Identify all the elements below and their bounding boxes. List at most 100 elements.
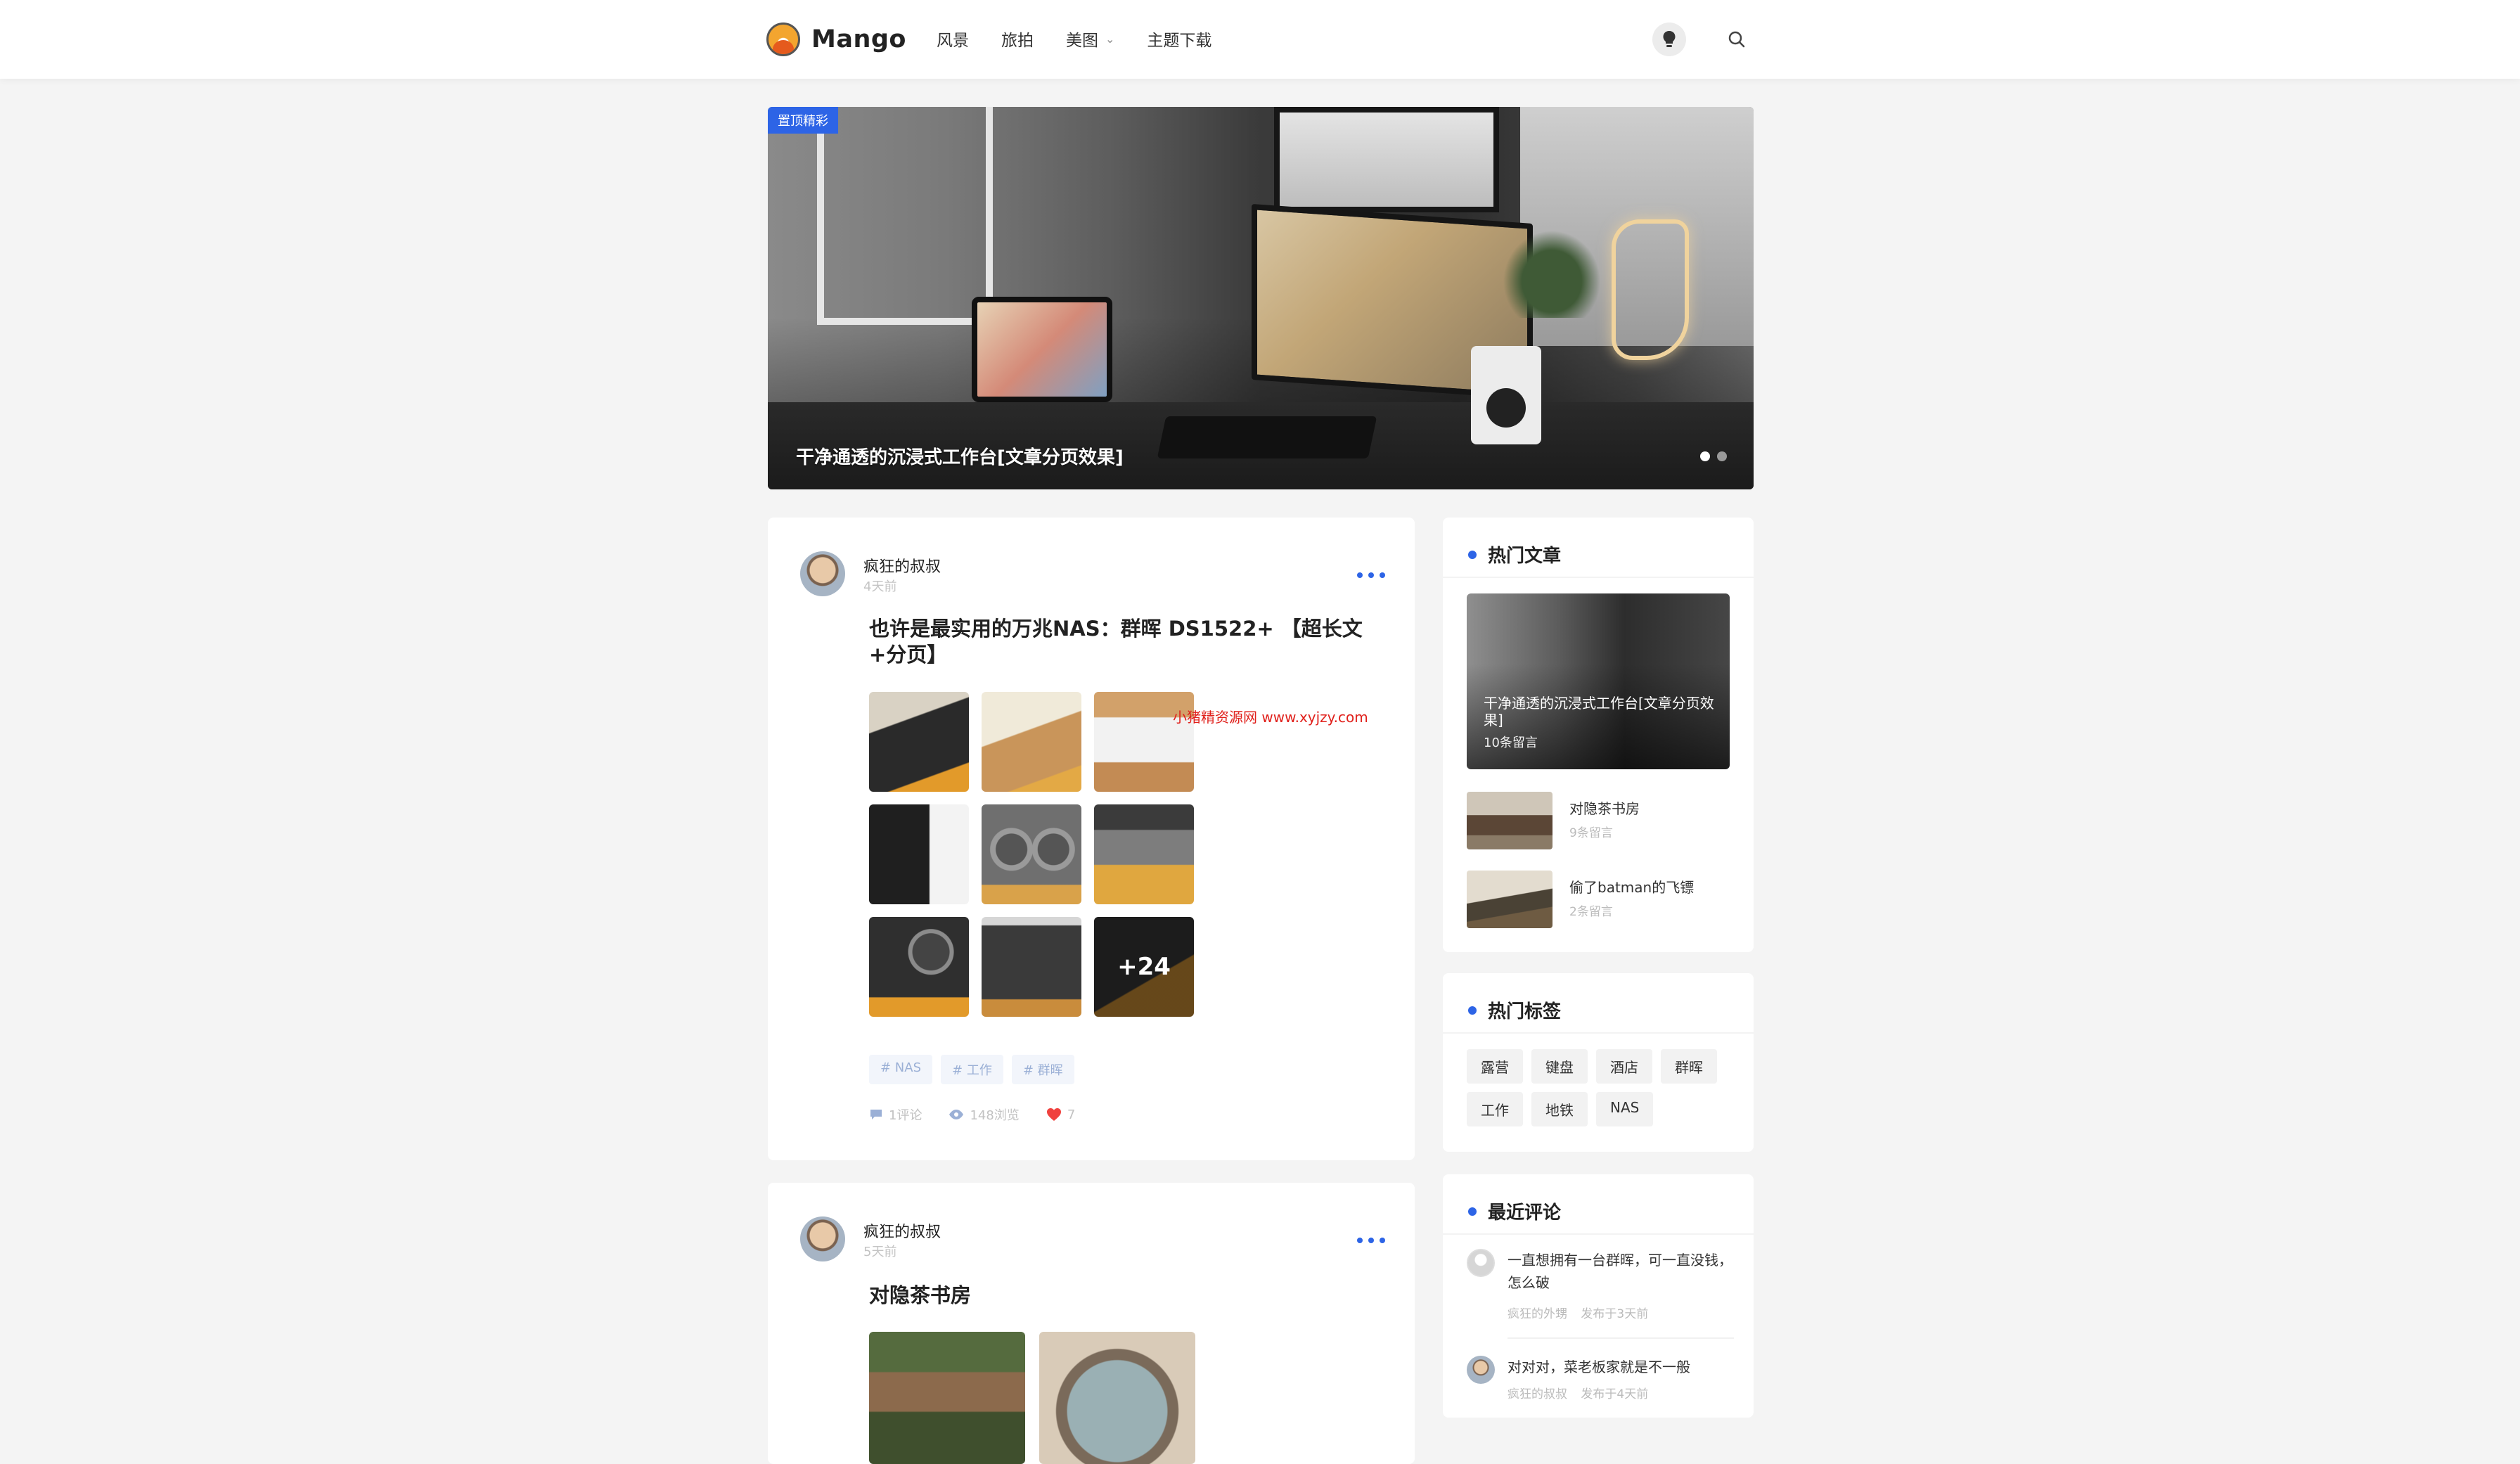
tag-chip[interactable]: 键盘 [1531, 1049, 1588, 1084]
avatar[interactable] [800, 551, 845, 596]
tag-chip[interactable]: 酒店 [1596, 1049, 1652, 1084]
featured-article-comments: 10条留言 [1484, 736, 1538, 750]
widget-header: 热门文章 [1468, 541, 1561, 567]
slider-dots [1693, 451, 1727, 461]
post-time: 5天前 [863, 1245, 897, 1259]
post-card: 疯狂的叔叔 4天前 也许是最实用的万兆NAS：群晖 DS1522+ 【超长文+分… [768, 518, 1415, 1160]
bullet-icon [1468, 1006, 1477, 1015]
tag-cloud: 露营 键盘 酒店 群晖 工作 地铁 NAS [1467, 1049, 1734, 1135]
comments-count[interactable]: 1评论 [869, 1105, 922, 1124]
avatar [1467, 1356, 1495, 1384]
hero-image-tablet [972, 297, 1112, 402]
views-count: 148浏览 [949, 1105, 1020, 1124]
comment-time: 发布于4天前 [1581, 1387, 1649, 1401]
comment-text: 对对对，菜老板家就是不一般 [1508, 1359, 1690, 1375]
search-icon [1728, 31, 1745, 48]
more-images-count: +24 [1117, 953, 1171, 981]
hero-slider[interactable]: 置顶精彩 干净通透的沉浸式工作台[文章分页效果] [768, 107, 1754, 489]
hot-article-title: 偷了batman的飞镖 [1569, 879, 1695, 896]
hero-title[interactable]: 干净通透的沉浸式工作台[文章分页效果] [796, 443, 1124, 469]
post-image[interactable] [869, 804, 969, 904]
slider-dot[interactable] [1700, 451, 1710, 461]
more-images-overlay[interactable]: +24 [1094, 917, 1194, 1017]
post-image[interactable] [982, 692, 1081, 792]
theme-toggle-button[interactable] [1652, 23, 1686, 56]
recent-comments-widget: 最近评论 一直想拥有一台群晖，可一直没钱，怎么破 疯狂的外甥 发布于3天前 对对… [1443, 1174, 1754, 1418]
hot-article-item[interactable]: 偷了batman的飞镖 2条留言 [1467, 871, 1734, 930]
post-time: 4天前 [863, 579, 897, 594]
widget-header: 热门标签 [1468, 997, 1561, 1023]
nav-item-photos[interactable]: 美图 ⌄ [1066, 27, 1114, 51]
post-image[interactable] [982, 917, 1081, 1017]
tag-chip[interactable]: 群晖 [1661, 1049, 1717, 1084]
hot-article-item[interactable]: 对隐茶书房 9条留言 [1467, 792, 1734, 851]
tag-chip[interactable]: 地铁 [1531, 1092, 1588, 1126]
divider [1443, 577, 1754, 578]
post-meta: 1评论 148浏览 7 [869, 1105, 1102, 1124]
nav-label: 旅拍 [1001, 32, 1034, 50]
post-image[interactable] [869, 692, 969, 792]
chevron-down-icon: ⌄ [1105, 32, 1115, 46]
tag-chip[interactable]: NAS [1596, 1092, 1654, 1126]
widget-header: 最近评论 [1468, 1198, 1561, 1224]
post-author[interactable]: 疯狂的叔叔 [863, 1219, 941, 1242]
comment-time: 发布于3天前 [1581, 1307, 1649, 1321]
more-options-icon[interactable] [1357, 568, 1385, 582]
logo-text: Mango [811, 25, 906, 53]
post-image[interactable] [1039, 1332, 1195, 1464]
user-icon [1467, 1249, 1495, 1277]
hot-article-comments: 9条留言 [1569, 826, 1613, 840]
divider [1443, 1032, 1754, 1034]
post-title[interactable]: 对隐茶书房 [869, 1283, 1375, 1309]
pinned-badge: 置顶精彩 [768, 107, 838, 134]
hot-article-comments: 2条留言 [1569, 905, 1613, 919]
views-label: 148浏览 [970, 1108, 1020, 1123]
hot-article-thumb [1467, 792, 1552, 849]
logo-icon [766, 23, 800, 56]
eye-icon [949, 1110, 964, 1119]
post-title[interactable]: 也许是最实用的万兆NAS：群晖 DS1522+ 【超长文+分页】 [869, 616, 1375, 668]
post-author[interactable]: 疯狂的叔叔 [863, 554, 941, 577]
featured-article-title: 干净通透的沉浸式工作台[文章分页效果] [1484, 695, 1714, 728]
post-image[interactable] [869, 1332, 1025, 1464]
hero-image-plant [1499, 226, 1605, 318]
heart-icon [1046, 1108, 1061, 1121]
widget-title: 热门标签 [1488, 1001, 1562, 1022]
slider-dot[interactable] [1717, 451, 1727, 461]
post-tag[interactable]: # NAS [869, 1055, 933, 1084]
bulb-icon [1663, 31, 1676, 47]
more-options-icon[interactable] [1357, 1233, 1385, 1247]
post-image[interactable] [1094, 804, 1194, 904]
likes-label: 7 [1067, 1107, 1076, 1122]
post-card: 疯狂的叔叔 5天前 对隐茶书房 [768, 1183, 1415, 1464]
bullet-icon [1468, 550, 1477, 559]
tag-chip[interactable]: 露营 [1467, 1049, 1523, 1084]
post-tag[interactable]: # 工作 [941, 1055, 1003, 1084]
nav-label: 主题下载 [1147, 32, 1212, 50]
hero-image-speaker [1471, 346, 1541, 444]
nav-item-theme-download[interactable]: 主题下载 [1147, 27, 1211, 51]
nav-label: 美图 [1066, 32, 1098, 50]
post-image[interactable] [982, 804, 1081, 904]
nav-label: 风景 [937, 32, 969, 50]
avatar[interactable] [800, 1216, 845, 1261]
post-tags: # NAS # 工作 # 群晖 [869, 1055, 1083, 1084]
comment-text: 一直想拥有一台群晖，可一直没钱，怎么破 [1508, 1252, 1732, 1291]
search-button[interactable] [1724, 27, 1749, 52]
tag-chip[interactable]: 工作 [1467, 1092, 1523, 1126]
like-button[interactable]: 7 [1046, 1107, 1075, 1122]
widget-title: 热门文章 [1488, 546, 1562, 567]
post-tag[interactable]: # 群晖 [1011, 1055, 1074, 1084]
featured-article[interactable]: 干净通透的沉浸式工作台[文章分页效果] 10条留言 [1467, 593, 1730, 769]
comments-label: 1评论 [889, 1108, 922, 1123]
site-logo[interactable]: Mango [766, 23, 906, 56]
post-image[interactable] [869, 917, 969, 1017]
nav-item-travel[interactable]: 旅拍 [1001, 27, 1034, 51]
widget-title: 最近评论 [1488, 1202, 1562, 1224]
comment-author: 疯狂的外甥 [1508, 1307, 1567, 1321]
watermark-text: 小猪精资源网 www.xyjzy.com [1173, 709, 1368, 726]
top-header: Mango 风景 旅拍 美图 ⌄ 主题下载 [0, 0, 2520, 79]
comment-meta: 疯狂的叔叔 发布于4天前 [1508, 1384, 1648, 1401]
hero-image-monitor-top [1274, 107, 1499, 212]
nav-item-scenery[interactable]: 风景 [937, 27, 969, 51]
